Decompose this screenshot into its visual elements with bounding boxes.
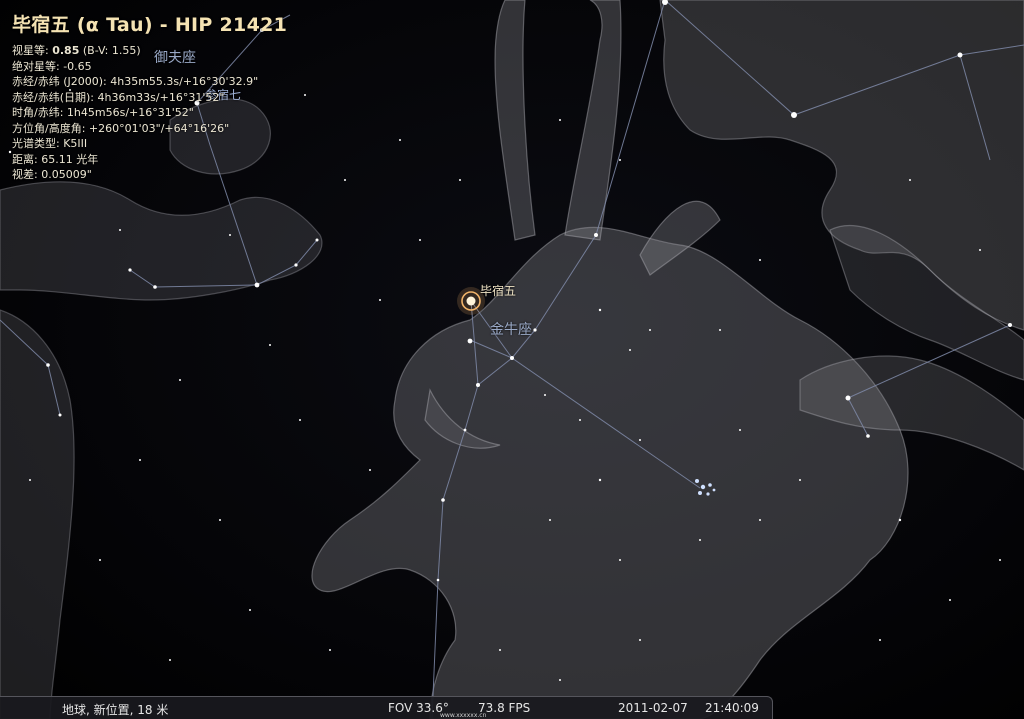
hour-angle: 时角/赤纬: 1h45m56s/+16°31'52"	[12, 106, 194, 119]
absolute-magnitude: 绝对星等: -0.65	[12, 59, 92, 73]
vmag-label: 视星等:	[12, 44, 49, 57]
ra-dec-j2000: 赤经/赤纬 (J2000): 4h35m55.3s/+16°30'32.9"	[12, 75, 259, 88]
time-text[interactable]: 21:40:09	[705, 701, 759, 715]
ra-dec-date: 赤经/赤纬(日期): 4h36m33s/+16°31'52"	[12, 90, 225, 104]
date-text[interactable]: 2011-02-07	[618, 701, 688, 715]
object-title: 毕宿五 (α Tau) - HIP 21421	[12, 14, 288, 36]
pleiades-cluster	[695, 479, 716, 496]
taurus-constellation-label: 金牛座	[490, 322, 532, 338]
watermark: www.xxxxxx.cn	[440, 712, 487, 719]
spectral-type: 光谱类型: K5III	[12, 137, 88, 150]
parallax: 视差: 0.05009"	[12, 168, 92, 181]
vmag-suffix: (B-V: 1.55)	[82, 44, 141, 57]
selected-star-label: 毕宿五	[480, 284, 517, 298]
distance: 距离: 65.11 光年	[12, 152, 99, 166]
status-bar: 地球, 新位置, 18 米 FOV 33.6° 73.8 FPS 2011-02…	[0, 696, 773, 719]
object-info-panel: 毕宿五 (α Tau) - HIP 21421 视星等: 0.85 (B-V: …	[12, 10, 287, 183]
azimuth-altitude: 方位角/高度角: +260°01'03"/+64°16'26"	[12, 121, 230, 135]
location-text[interactable]: 地球, 新位置, 18 米	[62, 701, 168, 718]
sky-view[interactable]: 毕宿五 金牛座 御夫座 参宿七 毕宿五 (α Tau) - HIP 21421 …	[0, 0, 1024, 719]
visual-magnitude: 视星等: 0.85 (B-V: 1.55)	[12, 43, 287, 59]
vmag-value: 0.85	[52, 44, 80, 57]
